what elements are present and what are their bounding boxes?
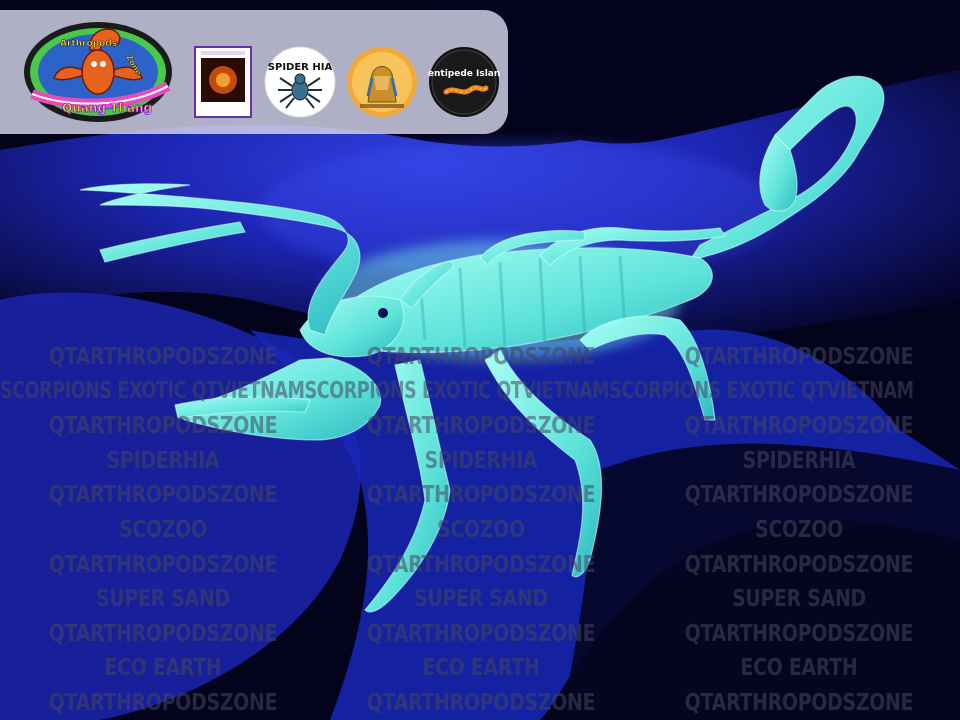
arthropods-zone-logo: Arthropods Zone Quang Thang [18,16,178,128]
spider-hia-logo: SPIDER HIA [264,46,336,118]
spider-hia-text: SPIDER HIA [268,62,333,73]
centipede-island-logo: Centipede Island [428,46,500,118]
square-scorpion-logo-graphic [194,46,252,118]
watermark-line: ECO EARTH [740,655,858,682]
watermark-line: SUPER SAND [732,586,866,613]
pharaoh-exotic-logo-graphic [347,47,417,117]
square-scorpion-logo [194,46,252,118]
scorpion-eye [378,308,388,318]
watermark-line: QTARTHROPODSZONE [684,689,914,716]
arthropods-zone-logo-graphic: Arthropods Zone Quang Thang [24,22,172,122]
watermark-line: SPIDERHIA [742,447,856,474]
centipede-island-text: Centipede Island [428,69,500,79]
watermark-line: QTARTHROPODSZONE [684,413,914,440]
pharaoh-exotic-logo [346,46,418,118]
watermark-line: QTARTHROPODSZONE [684,551,914,578]
logo-banner: Arthropods Zone Quang Thang SPIDER HIA e… [0,10,508,134]
watermark-line: SCOZOO [755,516,843,543]
watermark-scorpions-line: SCORPIONS EXOTIC QTVIETNAMSCORPIONS EXOT… [0,378,914,404]
watermark-line: QTARTHROPODSZONE [684,620,914,647]
logo-top-text: Arthropods [60,39,117,49]
logo-bottom-text: Quang Thang [62,101,152,115]
spider-hia-logo-graphic: SPIDER HIA [264,46,336,118]
centipede-island-logo-graphic: Centipede Island [428,47,500,117]
watermark-line: QTARTHROPODSZONE [684,344,914,370]
watermark-line: QTARTHROPODSZONE [684,482,914,509]
